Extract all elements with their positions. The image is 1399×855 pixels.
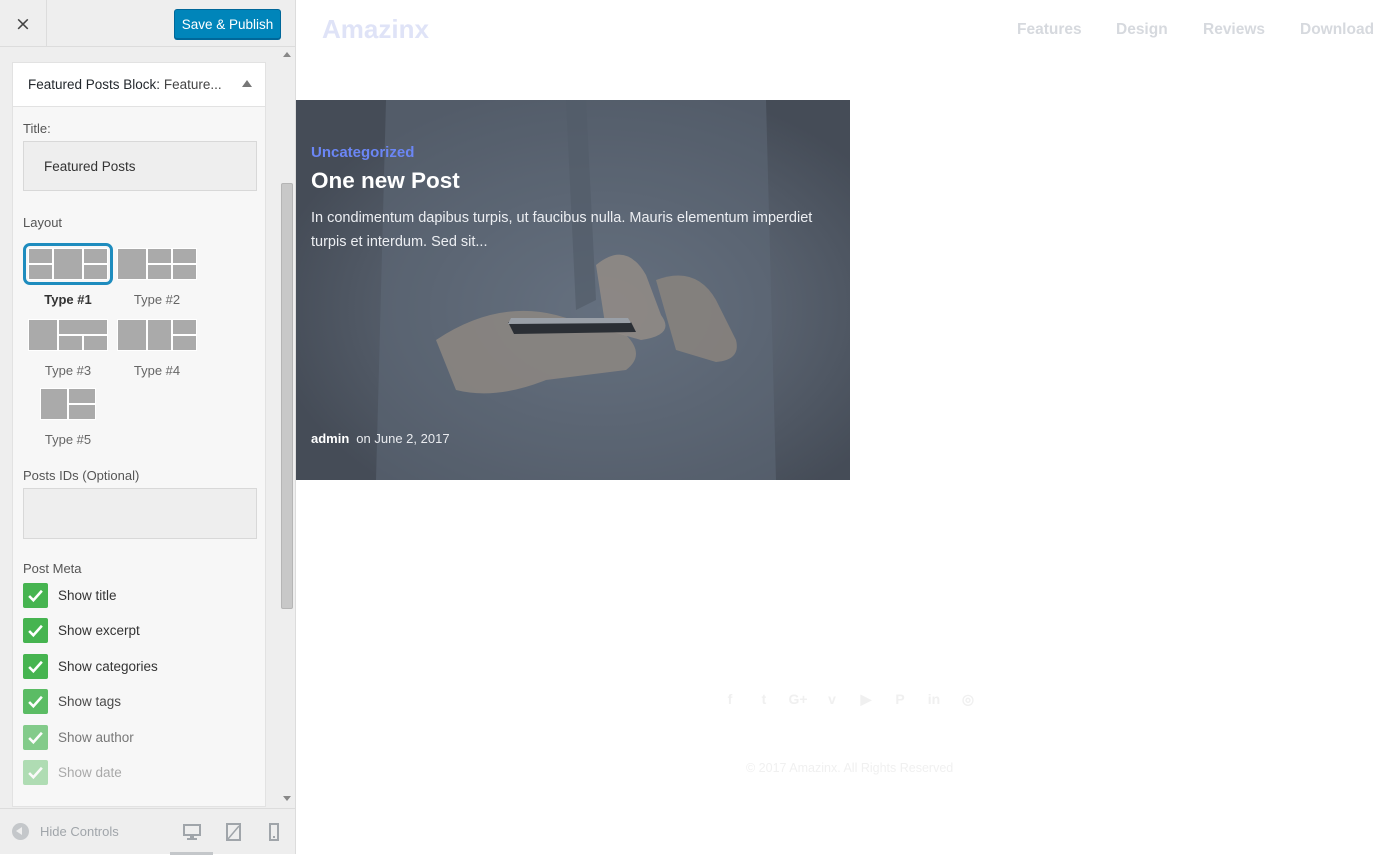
linkedin-icon[interactable]: in bbox=[924, 689, 944, 709]
show-date-checkbox[interactable]: Show date bbox=[23, 759, 122, 785]
post-ids-input[interactable] bbox=[23, 488, 257, 539]
widget-name: Featured Posts Block: bbox=[28, 77, 161, 92]
nav-link-features[interactable]: Features bbox=[1017, 21, 1082, 39]
checkmark-icon bbox=[23, 759, 48, 785]
layout-option-type-5[interactable]: Type #5 bbox=[24, 388, 112, 447]
checkmark-icon bbox=[23, 653, 48, 679]
tablet-preview-icon[interactable] bbox=[222, 821, 244, 843]
hide-controls-label: Hide Controls bbox=[40, 824, 119, 839]
facebook-icon[interactable]: f bbox=[720, 689, 740, 709]
mobile-preview-icon[interactable] bbox=[263, 821, 285, 843]
desktop-preview-icon[interactable] bbox=[181, 821, 203, 843]
dribbble-icon[interactable]: ◎ bbox=[958, 689, 978, 709]
site-preview: Amazinx Features Design Reviews Download… bbox=[296, 0, 1399, 854]
nav-link-design[interactable]: Design bbox=[1116, 21, 1168, 39]
social-links: f t G+ v ▶ P in ◎ bbox=[720, 688, 990, 710]
checkmark-icon bbox=[23, 688, 48, 714]
vimeo-icon[interactable]: v bbox=[822, 689, 842, 709]
layout-option-type-2[interactable]: Type #2 bbox=[113, 248, 201, 307]
show-author-label: Show author bbox=[58, 729, 134, 745]
show-tags-label: Show tags bbox=[58, 693, 122, 709]
show-excerpt-label: Show excerpt bbox=[58, 622, 140, 638]
collapse-left-icon bbox=[12, 823, 29, 840]
post-ids-label: Posts IDs (Optional) bbox=[23, 468, 140, 483]
post-meta: admin on June 2, 2017 bbox=[311, 431, 450, 446]
nav-link-reviews[interactable]: Reviews bbox=[1203, 21, 1265, 39]
widget-title-inline: Feature... bbox=[163, 77, 222, 92]
post-author-link[interactable]: admin bbox=[311, 431, 349, 446]
widget-panel: Featured Posts Block: Feature... Title: … bbox=[12, 62, 266, 807]
title-field-label: Title: bbox=[23, 121, 51, 136]
close-customizer-button[interactable]: × bbox=[0, 0, 47, 47]
layout-type-4-thumbnail bbox=[117, 319, 197, 351]
layout-label: Layout bbox=[23, 215, 63, 230]
post-meta-label: Post Meta bbox=[23, 561, 82, 576]
sidebar-footer: Hide Controls bbox=[0, 808, 295, 855]
layout-type-3-label: Type #3 bbox=[44, 363, 92, 378]
layout-type-5-label: Type #5 bbox=[44, 432, 92, 447]
show-date-label: Show date bbox=[58, 764, 122, 780]
layout-type-1-label: Type #1 bbox=[44, 292, 92, 307]
show-excerpt-checkbox[interactable]: Show excerpt bbox=[23, 617, 140, 643]
hide-controls-button[interactable]: Hide Controls bbox=[12, 823, 119, 840]
checkmark-icon bbox=[23, 617, 48, 643]
show-tags-checkbox[interactable]: Show tags bbox=[23, 688, 121, 714]
show-title-label: Show title bbox=[58, 587, 117, 603]
title-input-value: Featured Posts bbox=[44, 158, 136, 174]
widget-header[interactable]: Featured Posts Block: Feature... bbox=[13, 63, 265, 107]
checkmark-icon bbox=[23, 724, 48, 750]
scroll-down-arrow-icon[interactable] bbox=[283, 796, 291, 801]
layout-type-3-thumbnail bbox=[28, 319, 108, 351]
sidebar-scrollbar[interactable] bbox=[280, 47, 294, 807]
sidebar-header: × Save & Publish bbox=[0, 0, 295, 47]
post-date: on June 2, 2017 bbox=[356, 431, 450, 446]
twitter-icon[interactable]: t bbox=[754, 689, 774, 709]
show-author-checkbox[interactable]: Show author bbox=[23, 724, 134, 750]
scroll-up-arrow-icon[interactable] bbox=[283, 52, 291, 57]
save-publish-button[interactable]: Save & Publish bbox=[174, 9, 281, 39]
layout-option-type-3[interactable]: Type #3 bbox=[24, 319, 112, 378]
layout-type-4-label: Type #4 bbox=[133, 363, 181, 378]
collapse-arrow-icon[interactable] bbox=[242, 80, 252, 87]
youtube-icon[interactable]: ▶ bbox=[856, 689, 876, 709]
show-categories-checkbox[interactable]: Show categories bbox=[23, 653, 158, 679]
layout-type-2-thumbnail bbox=[117, 248, 197, 280]
title-input[interactable]: Featured Posts bbox=[23, 141, 257, 191]
layout-option-type-1[interactable]: Type #1 bbox=[23, 243, 113, 307]
close-icon: × bbox=[15, 12, 31, 35]
copyright-text: © 2017 Amazinx. All Rights Reserved bbox=[746, 761, 954, 775]
post-excerpt: In condimentum dapibus turpis, ut faucib… bbox=[311, 210, 813, 250]
pinterest-icon[interactable]: P bbox=[890, 689, 910, 709]
layout-type-1-thumbnail bbox=[23, 243, 113, 285]
show-title-checkbox[interactable]: Show title bbox=[23, 582, 117, 608]
layout-type-5-thumbnail bbox=[40, 388, 96, 420]
post-title-link[interactable]: One new Post bbox=[311, 168, 460, 194]
checkmark-icon bbox=[23, 582, 48, 608]
google-plus-icon[interactable]: G+ bbox=[788, 689, 808, 709]
customizer-sidebar: × Save & Publish Featured Posts Block: F… bbox=[0, 0, 296, 855]
layout-type-2-label: Type #2 bbox=[133, 292, 181, 307]
nav-link-download[interactable]: Download bbox=[1300, 21, 1374, 39]
site-logo[interactable]: Amazinx bbox=[322, 14, 429, 45]
show-categories-label: Show categories bbox=[58, 658, 158, 674]
scrollbar-thumb[interactable] bbox=[281, 183, 293, 609]
post-category-link[interactable]: Uncategorized bbox=[311, 144, 414, 161]
layout-option-type-4[interactable]: Type #4 bbox=[113, 319, 201, 378]
